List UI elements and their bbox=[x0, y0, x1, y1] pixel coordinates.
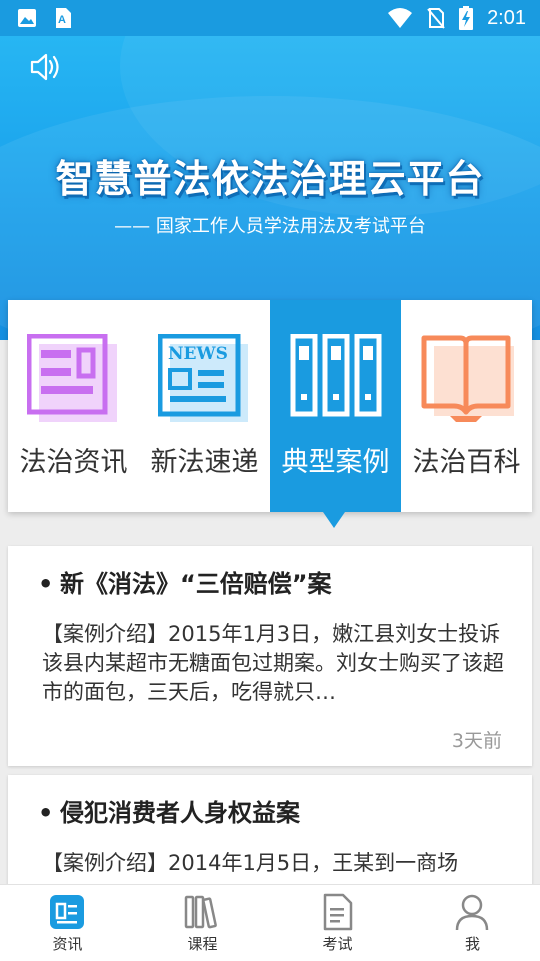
no-sim-icon bbox=[427, 8, 445, 29]
speaker-icon[interactable] bbox=[28, 50, 62, 84]
text-a-icon: A bbox=[56, 8, 71, 28]
tab-kaoshi[interactable]: 考试 bbox=[270, 885, 405, 961]
bottom-nav: 资讯 课程 考试 我 bbox=[0, 884, 540, 961]
category-menu: 法治资讯 NEWS 新法速递 典型案例 法治百科 bbox=[8, 300, 532, 512]
wifi-icon bbox=[388, 8, 413, 28]
banner: 智慧普法依法治理云平台 —— 国家工作人员学法用法及考试平台 bbox=[0, 36, 540, 340]
tab-label: 资讯 bbox=[52, 935, 83, 953]
category-fazhi-zixun[interactable]: 法治资讯 bbox=[8, 300, 139, 512]
category-fazhi-baike[interactable]: 法治百科 bbox=[401, 300, 532, 512]
status-bar: A 2:01 bbox=[0, 0, 540, 36]
category-label: 典型案例 bbox=[281, 447, 390, 478]
news-tab-icon bbox=[50, 895, 84, 929]
category-dianxing-anli[interactable]: 典型案例 bbox=[270, 300, 401, 512]
article-summary: 【案例介绍】2015年1月3日，嫩江县刘女士投诉该县内某超市无糖面包过期案。刘女… bbox=[42, 622, 504, 704]
article-summary: 【案例介绍】2014年1月5日，王某到一商场 bbox=[42, 851, 459, 875]
category-label: 新法速递 bbox=[150, 447, 259, 478]
binders-icon bbox=[290, 334, 382, 417]
status-time: 2:01 bbox=[487, 6, 526, 29]
person-tab-icon bbox=[455, 894, 489, 931]
book-icon bbox=[421, 335, 514, 422]
tab-label: 课程 bbox=[187, 935, 218, 953]
news-icon: NEWS bbox=[158, 334, 248, 422]
tab-label: 我 bbox=[464, 935, 480, 953]
svg-text:NEWS: NEWS bbox=[168, 344, 228, 364]
banner-title: 智慧普法依法治理云平台 bbox=[55, 157, 485, 201]
category-xinfa-sudi[interactable]: NEWS 新法速递 bbox=[139, 300, 270, 512]
image-icon bbox=[18, 9, 36, 27]
article-card[interactable]: • 新《消法》“三倍赔偿”案 【案例介绍】2015年1月3日，嫩江县刘女士投诉该县… bbox=[8, 546, 532, 766]
tab-label: 考试 bbox=[322, 935, 353, 953]
tab-wo[interactable]: 我 bbox=[405, 885, 540, 961]
svg-text:A: A bbox=[58, 14, 66, 26]
article-title: • 新《消法》“三倍赔偿”案 bbox=[38, 570, 332, 598]
tab-kecheng[interactable]: 课程 bbox=[135, 885, 270, 961]
document-icon bbox=[27, 334, 117, 422]
tab-zixun[interactable]: 资讯 bbox=[0, 885, 135, 961]
active-category-pointer bbox=[323, 512, 345, 528]
article-time: 3天前 bbox=[451, 730, 502, 752]
article-title: • 侵犯消费者人身权益案 bbox=[38, 799, 300, 827]
category-label: 法治百科 bbox=[412, 447, 521, 478]
books-tab-icon bbox=[184, 895, 217, 929]
exam-tab-icon bbox=[323, 893, 353, 931]
category-label: 法治资讯 bbox=[19, 447, 128, 478]
battery-charging-icon bbox=[459, 6, 474, 30]
banner-subtitle: —— 国家工作人员学法用法及考试平台 bbox=[114, 216, 426, 237]
